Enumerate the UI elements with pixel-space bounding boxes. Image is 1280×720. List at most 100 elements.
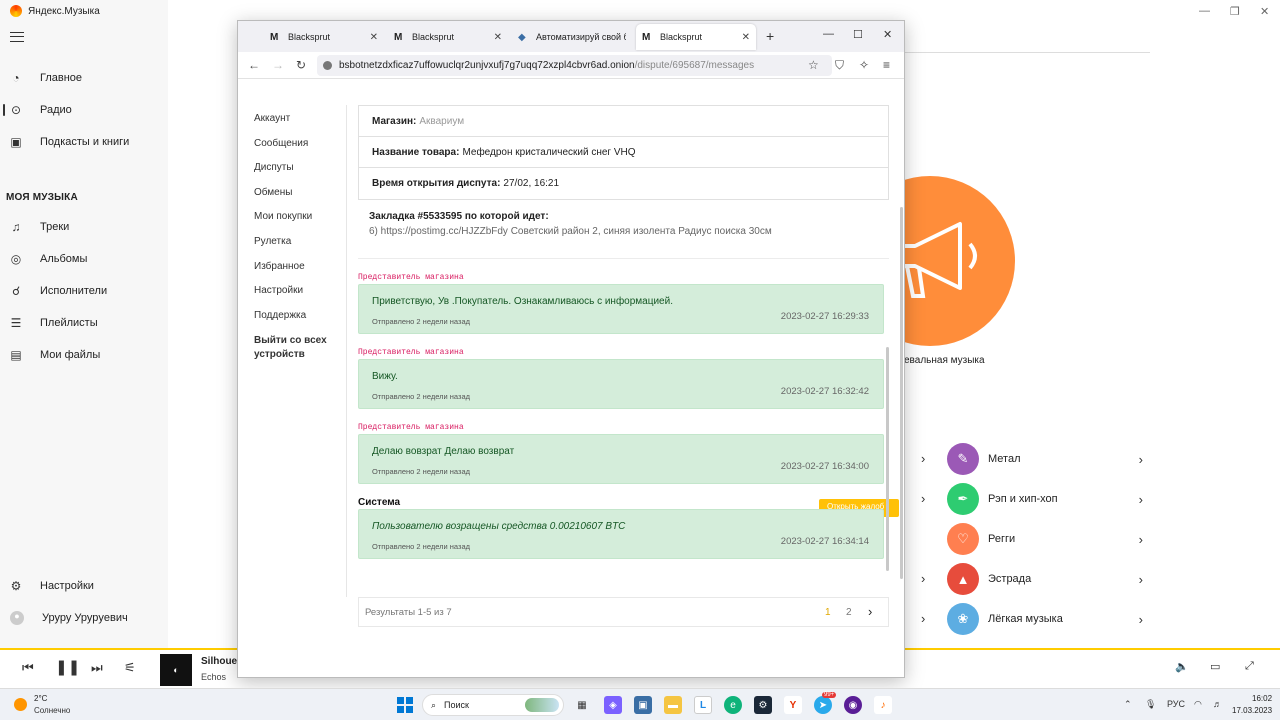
minimize-icon[interactable]: — [823, 28, 834, 40]
wifi-icon[interactable]: ◠ [1194, 699, 1202, 710]
tab-blacksprut-1[interactable]: M Blacksprut ✕ [264, 24, 384, 50]
message-timestamp: 2023-02-27 16:32:42 [780, 386, 869, 397]
menu-icon[interactable]: ≡ [883, 58, 890, 72]
close-tab-icon[interactable]: ✕ [370, 32, 378, 43]
ym-nav-artists[interactable]: ☌ Исполнители [0, 280, 168, 302]
new-tab-icon[interactable]: + [766, 28, 774, 44]
page-scrollbar[interactable] [900, 207, 903, 579]
menu-item-purchases[interactable]: Мои покупки [254, 211, 334, 236]
miniplayer-icon[interactable]: ▭ [1210, 660, 1220, 673]
menu-item-roulette[interactable]: Рулетка [254, 236, 334, 261]
explorer-icon[interactable]: ▬ [664, 696, 682, 714]
menu-item-account[interactable]: Аккаунт [254, 113, 334, 138]
genre-estrada[interactable]: ▲ Эстрада › [947, 563, 1147, 595]
pause-icon[interactable]: ❚❚ [55, 658, 80, 676]
menu-item-messages[interactable]: Сообщения [254, 138, 334, 163]
genre-easy[interactable]: ❀ Лёгкая музыка › [947, 603, 1147, 635]
ym-close-button[interactable]: ✕ [1260, 5, 1269, 18]
taskbar-search[interactable]: ⌕ Поиск [422, 694, 564, 716]
chat-icon[interactable]: ◈ [604, 696, 622, 714]
tab-automation[interactable]: ◆ Автоматизируй свой бизнес [512, 24, 632, 50]
tor-browser-icon[interactable]: ◉ [844, 696, 862, 714]
tab-blacksprut-active[interactable]: M Blacksprut ✕ [636, 24, 756, 50]
ym-nav-tracks[interactable]: ♫ Треки [0, 216, 168, 238]
task-view-icon[interactable]: ▦ [573, 696, 591, 714]
previous-icon[interactable]: ⏮ [22, 660, 34, 676]
volume-icon[interactable]: ♬ [1213, 699, 1222, 709]
ym-nav-settings[interactable]: ⚙ Настройки [0, 575, 168, 597]
landscape-icon [525, 698, 559, 712]
telegram-icon[interactable]: ➤ [814, 696, 832, 714]
mic-icon[interactable]: 🎙 [1145, 699, 1156, 710]
l-app-icon[interactable]: L [694, 696, 712, 714]
sun-icon[interactable] [14, 698, 27, 711]
weather-temp[interactable]: 2°C [34, 694, 47, 703]
yandex-music-icon[interactable]: ♪ [874, 696, 892, 714]
next-icon[interactable]: ⏭ [91, 660, 103, 676]
yandex-browser-icon[interactable]: Y [784, 696, 802, 714]
genre-metal[interactable]: ✎ Метал › [947, 443, 1147, 475]
track-cover[interactable]: ◐ [160, 654, 192, 686]
chevron-right-icon[interactable]: › [921, 571, 925, 586]
message-ago: Отправлено 2 недели назад [372, 392, 470, 401]
steam-icon[interactable]: ⚙ [754, 696, 772, 714]
track-artist[interactable]: Echos [201, 672, 226, 682]
chevron-right-icon[interactable]: › [921, 491, 925, 506]
browser-window: M Blacksprut ✕ M Blacksprut ✕ ◆ Автомати… [237, 20, 905, 678]
tab-blacksprut-2[interactable]: M Blacksprut ✕ [388, 24, 508, 50]
close-tab-icon[interactable]: ✕ [494, 32, 502, 43]
page-1-link[interactable]: 1 [825, 607, 831, 618]
chevron-right-icon[interactable]: › [921, 611, 925, 626]
maximize-icon[interactable]: ☐ [853, 28, 863, 41]
message-text: Пользователю возращены средства 0.002106… [372, 521, 626, 532]
menu-item-settings[interactable]: Настройки [254, 285, 334, 310]
menu-item-favorites[interactable]: Избранное [254, 261, 334, 286]
message-timestamp: 2023-02-27 16:29:33 [780, 311, 869, 322]
nav-bar: ← → ↻ bsbotnetzdxficaz7uffowuclqr2unjvxu… [238, 52, 904, 79]
volume-icon[interactable]: 🔈 [1175, 660, 1189, 673]
ym-nav-podcasts[interactable]: ▣ Подкасты и книги [0, 131, 168, 153]
menu-item-support[interactable]: Поддержка [254, 310, 334, 335]
equalizer-icon[interactable]: ⚟ [124, 660, 136, 676]
ym-minimize-button[interactable]: — [1199, 5, 1210, 17]
ym-nav-playlists[interactable]: ☰ Плейлисты [0, 312, 168, 334]
disc-icon: ◎ [10, 252, 22, 266]
tray-expand-icon[interactable]: ⌃ [1124, 699, 1132, 710]
close-window-icon[interactable]: ✕ [883, 28, 892, 41]
ym-user[interactable]: ● Уруру Урурyевич [0, 607, 168, 629]
close-tab-icon[interactable]: ✕ [742, 32, 750, 43]
store-icon[interactable]: ▣ [634, 696, 652, 714]
genre-rap[interactable]: ✒ Рэп и хип-хоп › [947, 483, 1147, 515]
next-page-icon[interactable]: › [868, 604, 872, 619]
back-icon[interactable]: ← [248, 58, 260, 72]
fullscreen-icon[interactable]: ⤢ [1245, 660, 1254, 673]
windows-start-icon[interactable] [397, 697, 413, 713]
forward-icon[interactable]: → [272, 58, 284, 72]
language-indicator[interactable]: РУС [1167, 699, 1185, 709]
ym-maximize-button[interactable]: ❐ [1230, 5, 1240, 18]
edge-icon[interactable]: e [724, 696, 742, 714]
menu-item-disputes[interactable]: Диспуты [254, 162, 334, 187]
system-clock[interactable]: 16:02 17.03.2023 [1232, 693, 1272, 717]
url-bar[interactable]: bsbotnetzdxficaz7uffowuclqr2unjvxufj7g7u… [317, 55, 832, 76]
message-sender: Представитель магазина [358, 273, 464, 282]
chevron-right-icon: › [1138, 611, 1143, 627]
bookmark-star-icon[interactable]: ☆ [808, 58, 819, 72]
menu-item-exchanges[interactable]: Обмены [254, 187, 334, 212]
reload-icon[interactable]: ↻ [296, 58, 306, 72]
ym-nav-radio[interactable]: ⊙ Радио [0, 99, 168, 121]
ym-nav-albums[interactable]: ◎ Альбомы [0, 248, 168, 270]
weather-desc[interactable]: Солнечно [34, 706, 70, 715]
message-sender-system: Система [358, 497, 401, 508]
onion-site-icon [323, 61, 332, 70]
genre-reggae[interactable]: ♡ Регги › [947, 523, 1147, 555]
security-level-icon[interactable]: ✧ [859, 58, 869, 72]
shield-icon[interactable]: ⛉ [835, 58, 844, 73]
ym-nav-files[interactable]: ▤ Мои файлы [0, 344, 168, 366]
menu-icon[interactable] [10, 32, 24, 42]
chevron-right-icon[interactable]: › [921, 451, 925, 466]
ym-nav-home[interactable]: ◔ Главное [0, 67, 168, 89]
logout-all-link[interactable]: Выйти со всех устройств [254, 334, 334, 360]
page-2-link[interactable]: 2 [846, 607, 852, 618]
messages-scrollbar[interactable] [886, 347, 889, 571]
